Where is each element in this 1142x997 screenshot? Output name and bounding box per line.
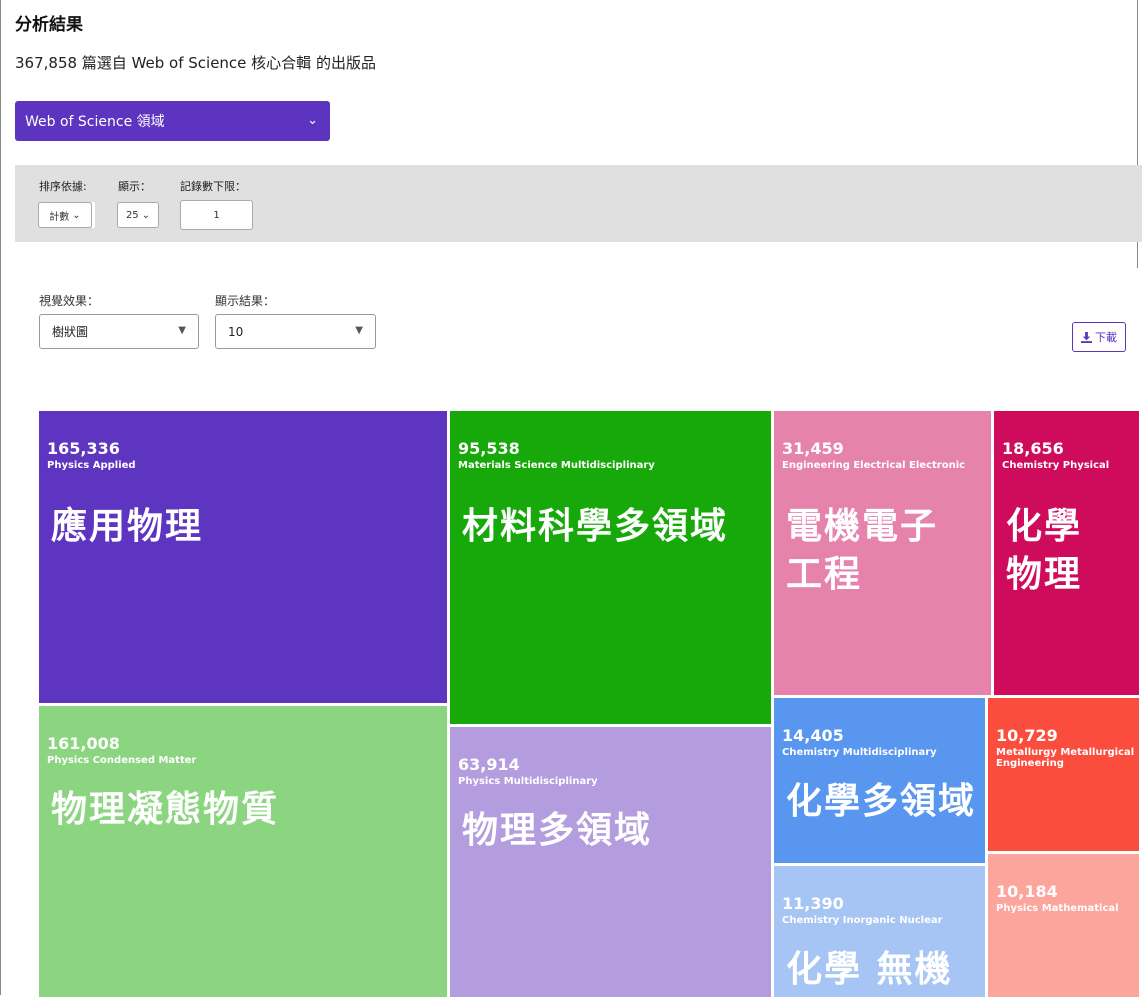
- tile-count: 14,405: [782, 726, 844, 745]
- treemap-tile[interactable]: 165,336 Physics Applied 應用物理: [39, 411, 447, 703]
- tile-count: 18,656: [1002, 439, 1064, 458]
- chevron-down-icon: ⌄: [307, 113, 318, 128]
- tile-category-label: Physics Applied: [47, 460, 136, 471]
- tile-category-label: Chemistry Physical: [1002, 460, 1110, 471]
- tile-category-label: Chemistry Inorganic Nuclear: [782, 915, 943, 926]
- tile-count: 10,729: [996, 726, 1058, 745]
- treemap-tile[interactable]: 11,390 Chemistry Inorganic Nuclear 化學 無機核: [774, 866, 985, 997]
- tile-chinese-label: 物理凝態物質: [51, 789, 280, 830]
- treemap-chart: 165,336 Physics Applied 應用物理 161,008 Physics…: [39, 411, 1139, 997]
- tile-chinese-label: 化學 無機核: [786, 949, 953, 990]
- results-summary: 367,858 篇選自 Web of Science 核心合輯 的出版品: [15, 54, 376, 72]
- treemap-tile[interactable]: 31,459 Engineering Electrical Electronic 電…: [774, 411, 991, 695]
- tile-count: 95,538: [458, 439, 520, 458]
- tile-category-label: Chemistry Multidisciplinary: [782, 747, 937, 758]
- min-records-input[interactable]: 1: [180, 200, 253, 230]
- treemap-tile[interactable]: 18,656 Chemistry Physical 化學物理: [994, 411, 1139, 695]
- tile-chinese-label: 化學物理: [1006, 506, 1083, 595]
- display-results-value: 10: [228, 324, 244, 339]
- download-icon: [1081, 331, 1092, 343]
- treemap-tile[interactable]: 95,538 Materials Science Multidisciplinar…: [450, 411, 771, 724]
- visual-effect-select[interactable]: 樹狀圖 ▼: [39, 314, 199, 349]
- caret-down-icon: ▼: [355, 325, 363, 336]
- display-results-select[interactable]: 10 ▼: [215, 314, 376, 349]
- tile-category-label: Materials Science Multidisciplinary: [458, 460, 655, 471]
- show-label: 顯示：: [118, 180, 151, 193]
- treemap-tile[interactable]: 161,008 Physics Condensed Matter 物理凝態物質: [39, 706, 447, 997]
- field-selector-dropdown[interactable]: Web of Science 領域 ⌄: [15, 101, 330, 141]
- analysis-results-page: 分析結果 367,858 篇選自 Web of Science 核心合輯 的出版…: [0, 0, 1142, 997]
- tile-chinese-label: 電機電子工程: [786, 506, 939, 595]
- treemap-tile[interactable]: 14,405 Chemistry Multidisciplinary 化學多領域: [774, 698, 985, 863]
- tile-chinese-label: 材料科學多領域: [462, 506, 729, 547]
- tile-count: 63,914: [458, 755, 520, 774]
- tile-chinese-label: 物理多領域: [462, 810, 653, 851]
- tile-count: 161,008: [47, 734, 120, 753]
- treemap-tile[interactable]: 10,184 Physics Mathematical: [988, 854, 1139, 997]
- tile-count: 31,459: [782, 439, 844, 458]
- download-label: 下載: [1095, 331, 1117, 344]
- chevron-down-icon: ⌄: [72, 209, 81, 221]
- min-records-value: 1: [213, 209, 220, 221]
- treemap-tile[interactable]: 10,729 Metallurgy Metallurgical Engineeri…: [988, 698, 1139, 851]
- divider: [92, 202, 95, 228]
- sort-by-label: 排序依據:: [39, 180, 87, 193]
- filter-bar: 排序依據: 顯示： 記錄數下限： 計數 ⌄ 25 ⌄ 1: [15, 165, 1142, 242]
- sort-by-value: 計數: [49, 211, 70, 223]
- tile-count: 10,184: [996, 882, 1058, 901]
- tile-count: 165,336: [47, 439, 120, 458]
- tile-count: 11,390: [782, 894, 844, 913]
- tile-category-label: Metallurgy Metallurgical Engineering: [996, 747, 1135, 769]
- visual-effect-value: 樹狀圖: [52, 325, 89, 339]
- display-results-label: 顯示結果：: [215, 294, 276, 308]
- field-selector-label: Web of Science 領域: [25, 114, 165, 130]
- tile-category-label: Physics Multidisciplinary: [458, 776, 598, 787]
- download-button[interactable]: 下載: [1072, 322, 1126, 352]
- caret-down-icon: ▼: [178, 325, 186, 336]
- tile-chinese-label: 應用物理: [51, 506, 204, 547]
- page-title: 分析結果: [15, 15, 83, 35]
- chevron-down-icon: ⌄: [141, 209, 151, 221]
- tile-category-label: Engineering Electrical Electronic: [782, 460, 966, 471]
- show-count-value: 25: [125, 209, 139, 221]
- treemap-tile[interactable]: 63,914 Physics Multidisciplinary 物理多領域: [450, 727, 771, 997]
- min-records-label: 記錄數下限：: [180, 180, 246, 193]
- sort-by-select[interactable]: 計數 ⌄: [38, 202, 92, 228]
- tile-category-label: Physics Mathematical: [996, 903, 1119, 914]
- tile-category-label: Physics Condensed Matter: [47, 755, 197, 766]
- visual-effect-label: 視覺效果：: [39, 294, 100, 308]
- tile-chinese-label: 化學多領域: [786, 781, 977, 822]
- show-count-select[interactable]: 25 ⌄: [117, 202, 159, 228]
